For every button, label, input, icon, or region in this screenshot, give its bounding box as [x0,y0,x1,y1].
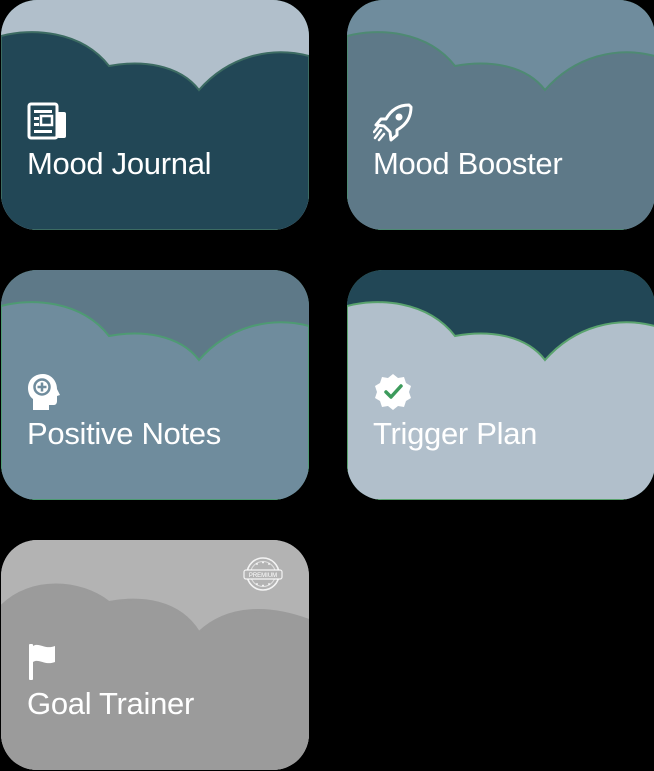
premium-badge-icon: PREMIUM [243,556,283,592]
tile-mood-journal[interactable]: Mood Journal [1,0,309,230]
head-plus-icon [27,372,69,412]
tile-mood-booster[interactable]: Mood Booster [347,0,654,230]
tile-label: Positive Notes [27,416,221,451]
tile-trigger-plan[interactable]: Trigger Plan [347,270,654,500]
newspaper-icon [27,102,69,142]
tile-label: Mood Journal [27,146,212,181]
tile-positive-notes[interactable]: Positive Notes [1,270,309,500]
tile-label: Goal Trainer [27,686,194,721]
check-badge-icon [373,372,415,412]
premium-badge-text: PREMIUM [249,573,277,579]
tile-label: Mood Booster [373,146,563,181]
rocket-icon [373,102,415,142]
tile-label: Trigger Plan [373,416,538,451]
tile-goal-trainer[interactable]: PREMIUM Goal Trainer [1,540,309,770]
flag-icon [27,642,69,682]
